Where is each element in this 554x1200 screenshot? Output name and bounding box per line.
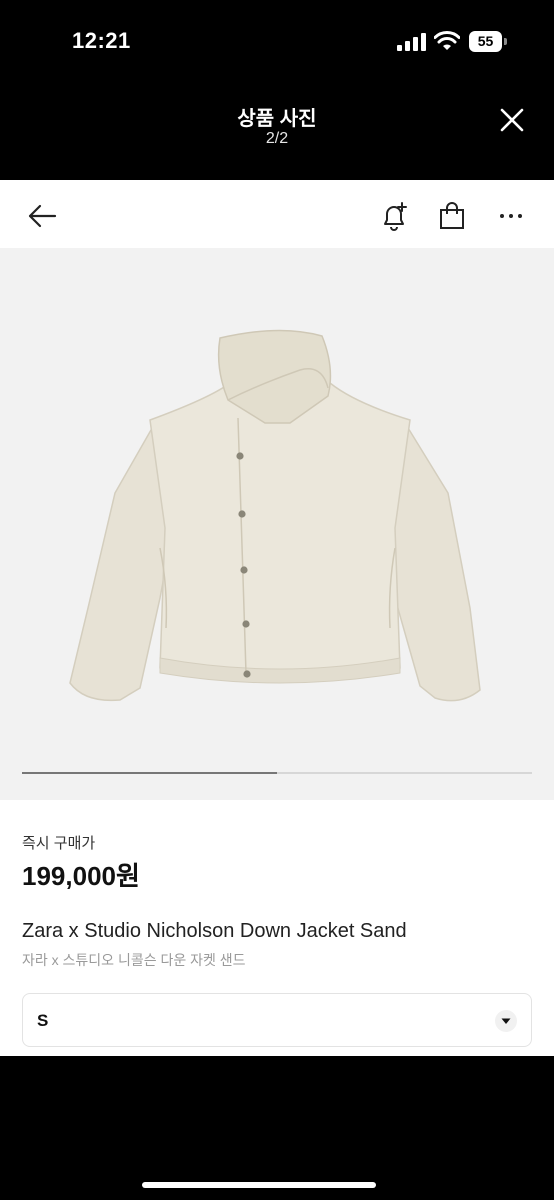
price-label: 즉시 구매가 <box>22 835 96 852</box>
photo-counter: 2/2 <box>265 130 289 147</box>
shopping-bag-icon[interactable] <box>434 198 470 234</box>
more-icon[interactable] <box>493 198 529 234</box>
price: 199,000원 <box>22 861 140 891</box>
close-icon[interactable] <box>492 100 532 140</box>
wifi-icon <box>434 31 460 50</box>
status-time: 12:21 <box>72 28 131 53</box>
product-gallery[interactable] <box>0 248 554 800</box>
signal-icon <box>397 33 426 51</box>
product-screen: 즉시 구매가 199,000원 Zara x Studio Nicholson … <box>0 180 554 1056</box>
bell-plus-icon[interactable] <box>376 198 412 234</box>
app-top-bar <box>0 180 554 248</box>
gallery-page-indicator <box>22 772 532 774</box>
size-value: S <box>37 1011 49 1030</box>
bottom-area <box>0 1056 554 1200</box>
jacket-photo <box>69 329 481 702</box>
battery-level: 55 <box>469 31 502 52</box>
battery-icon: 55 <box>469 31 507 52</box>
back-arrow-icon[interactable] <box>24 198 60 234</box>
product-name: Zara x Studio Nicholson Down Jacket Sand <box>22 920 407 942</box>
chevron-down-icon <box>495 1010 517 1032</box>
product-info: 즉시 구매가 199,000원 Zara x Studio Nicholson … <box>0 800 554 1056</box>
product-subname: 자라 x 스튜디오 니콜슨 다운 자켓 샌드 <box>22 952 246 968</box>
photo-viewer-header: 상품 사진 2/2 <box>0 80 554 180</box>
status-bar: 12:21 55 <box>0 0 554 80</box>
home-indicator[interactable] <box>142 1182 376 1188</box>
viewer-title: 상품 사진 <box>237 108 317 130</box>
size-select[interactable]: S <box>22 993 532 1047</box>
gallery-indicator-progress <box>22 772 277 774</box>
